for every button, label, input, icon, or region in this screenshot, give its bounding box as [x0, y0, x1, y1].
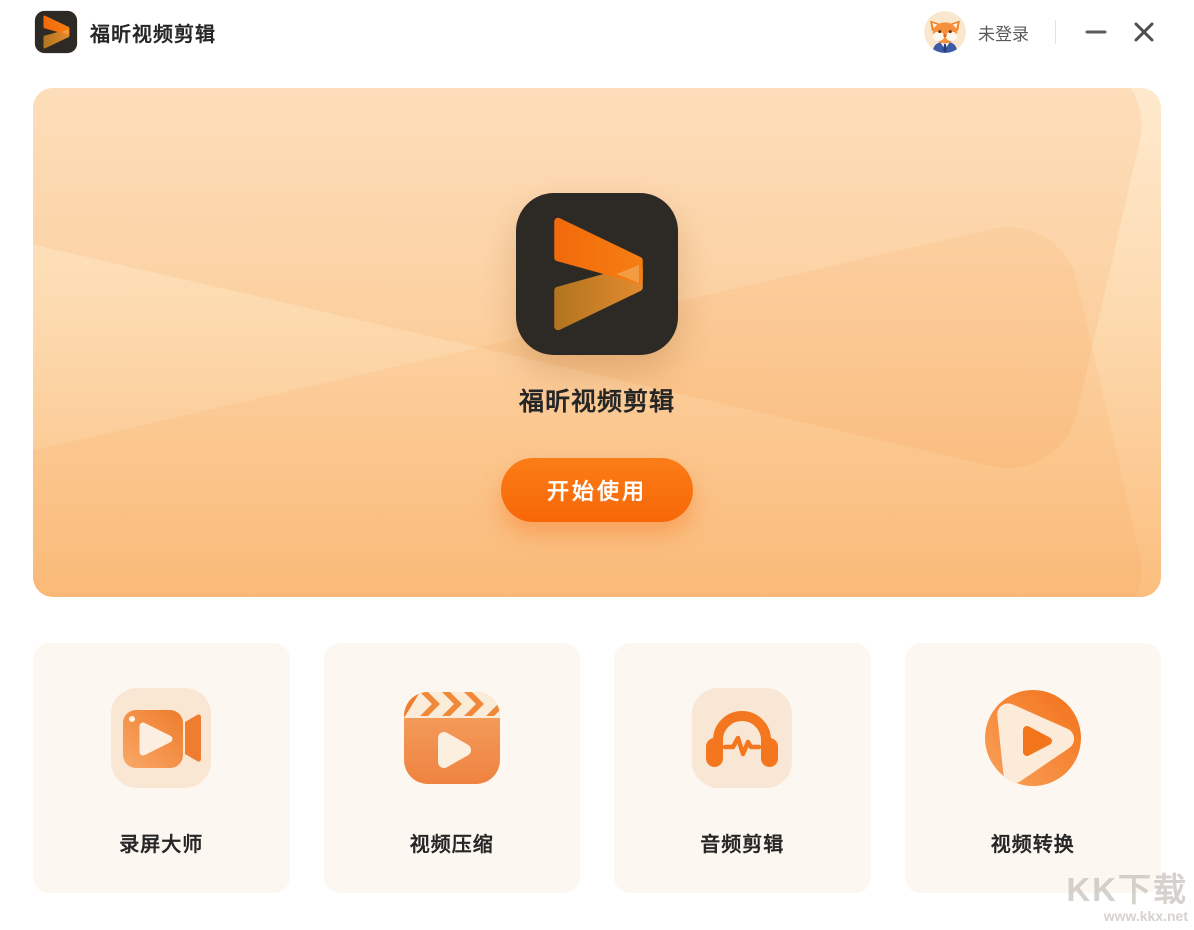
- start-button[interactable]: 开始使用: [501, 458, 693, 522]
- close-button[interactable]: [1130, 18, 1158, 46]
- app-window: 福昕视频剪辑 未登录: [0, 0, 1194, 930]
- hero-banner: 福昕视频剪辑 开始使用: [33, 88, 1161, 597]
- tool-card-audio-edit[interactable]: 音频剪辑: [614, 643, 871, 893]
- fox-avatar-icon: [924, 11, 966, 53]
- tool-label: 音频剪辑: [700, 828, 784, 857]
- video-convert-icon: [983, 688, 1083, 788]
- window-title: 福昕视频剪辑: [90, 18, 216, 47]
- tool-label: 录屏大师: [119, 828, 203, 857]
- user-avatar[interactable]: [924, 11, 966, 53]
- close-icon: [1133, 21, 1155, 43]
- titlebar-divider: [1055, 20, 1056, 44]
- hero-app-name: 福昕视频剪辑: [33, 382, 1161, 418]
- tool-card-video-convert[interactable]: 视频转换: [905, 643, 1162, 893]
- app-logo-icon: [34, 10, 78, 54]
- tool-card-screen-recorder[interactable]: 录屏大师: [33, 643, 290, 893]
- minimize-button[interactable]: [1082, 18, 1110, 46]
- minimize-icon: [1085, 21, 1107, 43]
- audio-edit-icon: [692, 688, 792, 788]
- tool-card-video-compress[interactable]: 视频压缩: [324, 643, 581, 893]
- video-compress-icon: [402, 688, 502, 788]
- tool-label: 视频转换: [991, 828, 1075, 857]
- tool-label: 视频压缩: [410, 828, 494, 857]
- tools-row: 录屏大师: [33, 643, 1161, 893]
- hero-app-icon: [516, 193, 678, 355]
- login-status[interactable]: 未登录: [978, 20, 1029, 45]
- foxit-video-logo-icon: [522, 199, 672, 349]
- title-bar: 福昕视频剪辑 未登录: [0, 0, 1194, 64]
- watermark-url: www.kkx.net: [1066, 908, 1188, 924]
- screen-recorder-icon: [111, 688, 211, 788]
